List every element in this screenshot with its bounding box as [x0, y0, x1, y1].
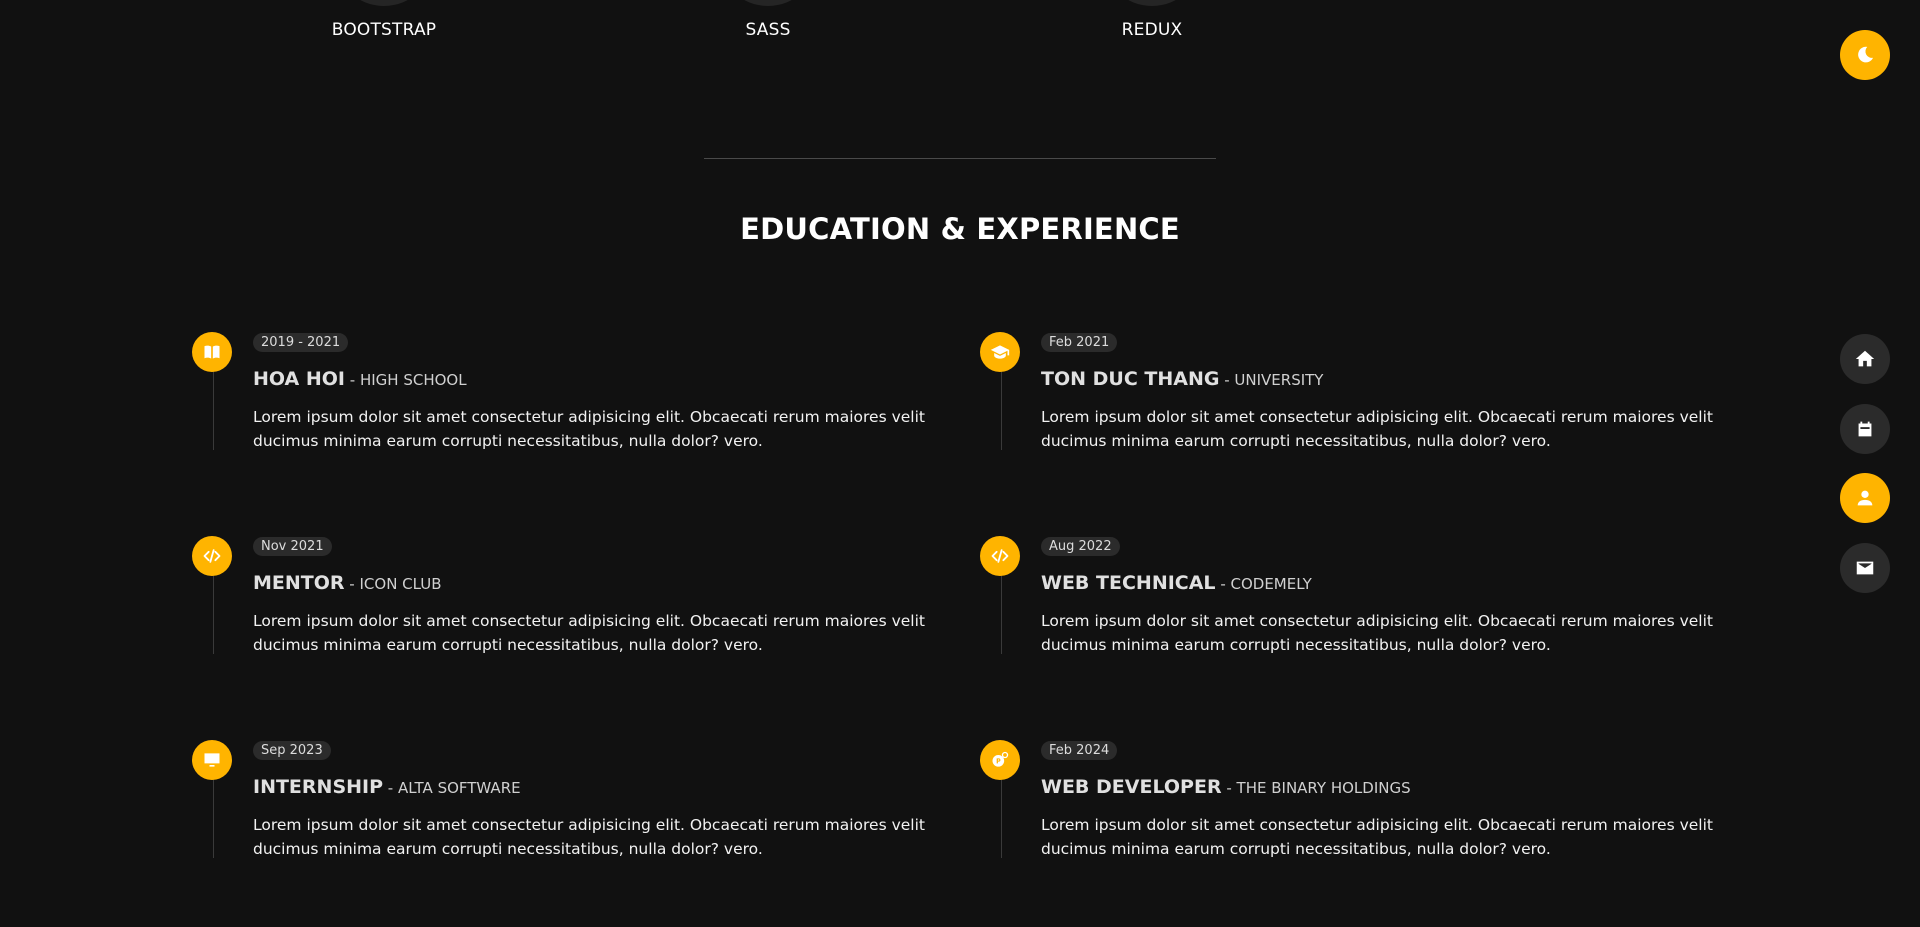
timeline-role: TON DUC THANG — [1041, 368, 1220, 390]
timeline-heading: TON DUC THANG - UNIVERSITY — [1041, 368, 1323, 390]
graduation-cap-icon — [980, 332, 1020, 372]
timeline-description: Lorem ipsum dolor sit amet consectetur a… — [253, 408, 925, 450]
timeline-role: HOA HOI — [253, 368, 345, 390]
timeline-separator: - — [1221, 779, 1237, 797]
section-title: EDUCATION & EXPERIENCE — [740, 212, 1180, 246]
timeline-heading: MENTOR - ICON CLUB — [253, 572, 442, 594]
timeline-date-badge: 2019 - 2021 — [253, 333, 349, 352]
timeline-line — [1001, 574, 1002, 654]
timeline-separator: - — [344, 575, 360, 593]
timeline-organization: THE BINARY HOLDINGS — [1236, 779, 1411, 797]
nav-portfolio-button[interactable] — [1840, 404, 1890, 454]
timeline-role: MENTOR — [253, 572, 345, 594]
timeline-separator: - — [1219, 371, 1235, 389]
timeline-role: WEB TECHNICAL — [1041, 572, 1216, 594]
timeline-heading: WEB TECHNICAL - CODEMELY — [1041, 572, 1312, 594]
timeline-separator: - — [345, 371, 360, 389]
timeline-role: WEB DEVELOPER — [1041, 776, 1222, 798]
timeline-role: INTERNSHIP — [253, 776, 384, 798]
timeline-description: Lorem ipsum dolor sit amet consectetur a… — [1041, 408, 1713, 450]
page: BOOTSTRAP SASS REDUX EDUCATION & EXPERIE… — [0, 0, 1920, 927]
mail-icon — [1856, 561, 1874, 575]
timeline-separator: - — [383, 779, 398, 797]
section-divider — [704, 158, 1216, 159]
dev-settings-icon — [980, 740, 1020, 780]
timeline-organization: HIGH SCHOOL — [359, 371, 467, 389]
timeline-organization: UNIVERSITY — [1234, 371, 1324, 389]
code-icon — [980, 536, 1020, 576]
timeline-line — [1001, 370, 1002, 450]
theme-toggle-button[interactable] — [1840, 30, 1890, 80]
skill-progress-circle — [1102, 0, 1202, 6]
user-icon — [1857, 490, 1873, 506]
timeline-organization: ICON CLUB — [359, 575, 442, 593]
monitor-icon — [192, 740, 232, 780]
timeline-description: Lorem ipsum dolor sit amet consectetur a… — [253, 816, 925, 858]
nav-home-button[interactable] — [1840, 334, 1890, 384]
skill-label: REDUX — [1121, 20, 1183, 40]
skill-progress-circle — [334, 0, 434, 6]
portfolio-icon — [1858, 421, 1872, 437]
timeline-separator: - — [1215, 575, 1231, 593]
timeline-line — [213, 778, 214, 858]
nav-contact-button[interactable] — [1840, 543, 1890, 593]
timeline-heading: INTERNSHIP - ALTA SOFTWARE — [253, 776, 521, 798]
timeline-organization: ALTA SOFTWARE — [397, 779, 521, 797]
timeline-description: Lorem ipsum dolor sit amet consectetur a… — [1041, 612, 1713, 654]
timeline-date-badge: Feb 2021 — [1041, 333, 1118, 352]
timeline-description: Lorem ipsum dolor sit amet consectetur a… — [253, 612, 925, 654]
skill-label: BOOTSTRAP — [331, 20, 437, 40]
skill-progress-circle — [718, 0, 818, 6]
timeline-line — [1001, 778, 1002, 858]
timeline-date-badge: Sep 2023 — [253, 741, 331, 760]
timeline-date-badge: Aug 2022 — [1041, 537, 1120, 556]
timeline-heading: HOA HOI - HIGH SCHOOL — [253, 368, 467, 390]
skill-label: SASS — [745, 20, 791, 40]
timeline-date-badge: Nov 2021 — [253, 537, 332, 556]
book-icon — [192, 332, 232, 372]
moon-icon — [1858, 46, 1874, 63]
timeline-line — [213, 370, 214, 450]
timeline-heading: WEB DEVELOPER - THE BINARY HOLDINGS — [1041, 776, 1411, 798]
timeline-date-badge: Feb 2024 — [1041, 741, 1118, 760]
timeline-organization: CODEMELY — [1230, 575, 1312, 593]
timeline-description: Lorem ipsum dolor sit amet consectetur a… — [1041, 816, 1713, 858]
nav-about-button[interactable] — [1840, 473, 1890, 523]
timeline-line — [213, 574, 214, 654]
code-icon — [192, 536, 232, 576]
home-icon — [1855, 350, 1875, 367]
